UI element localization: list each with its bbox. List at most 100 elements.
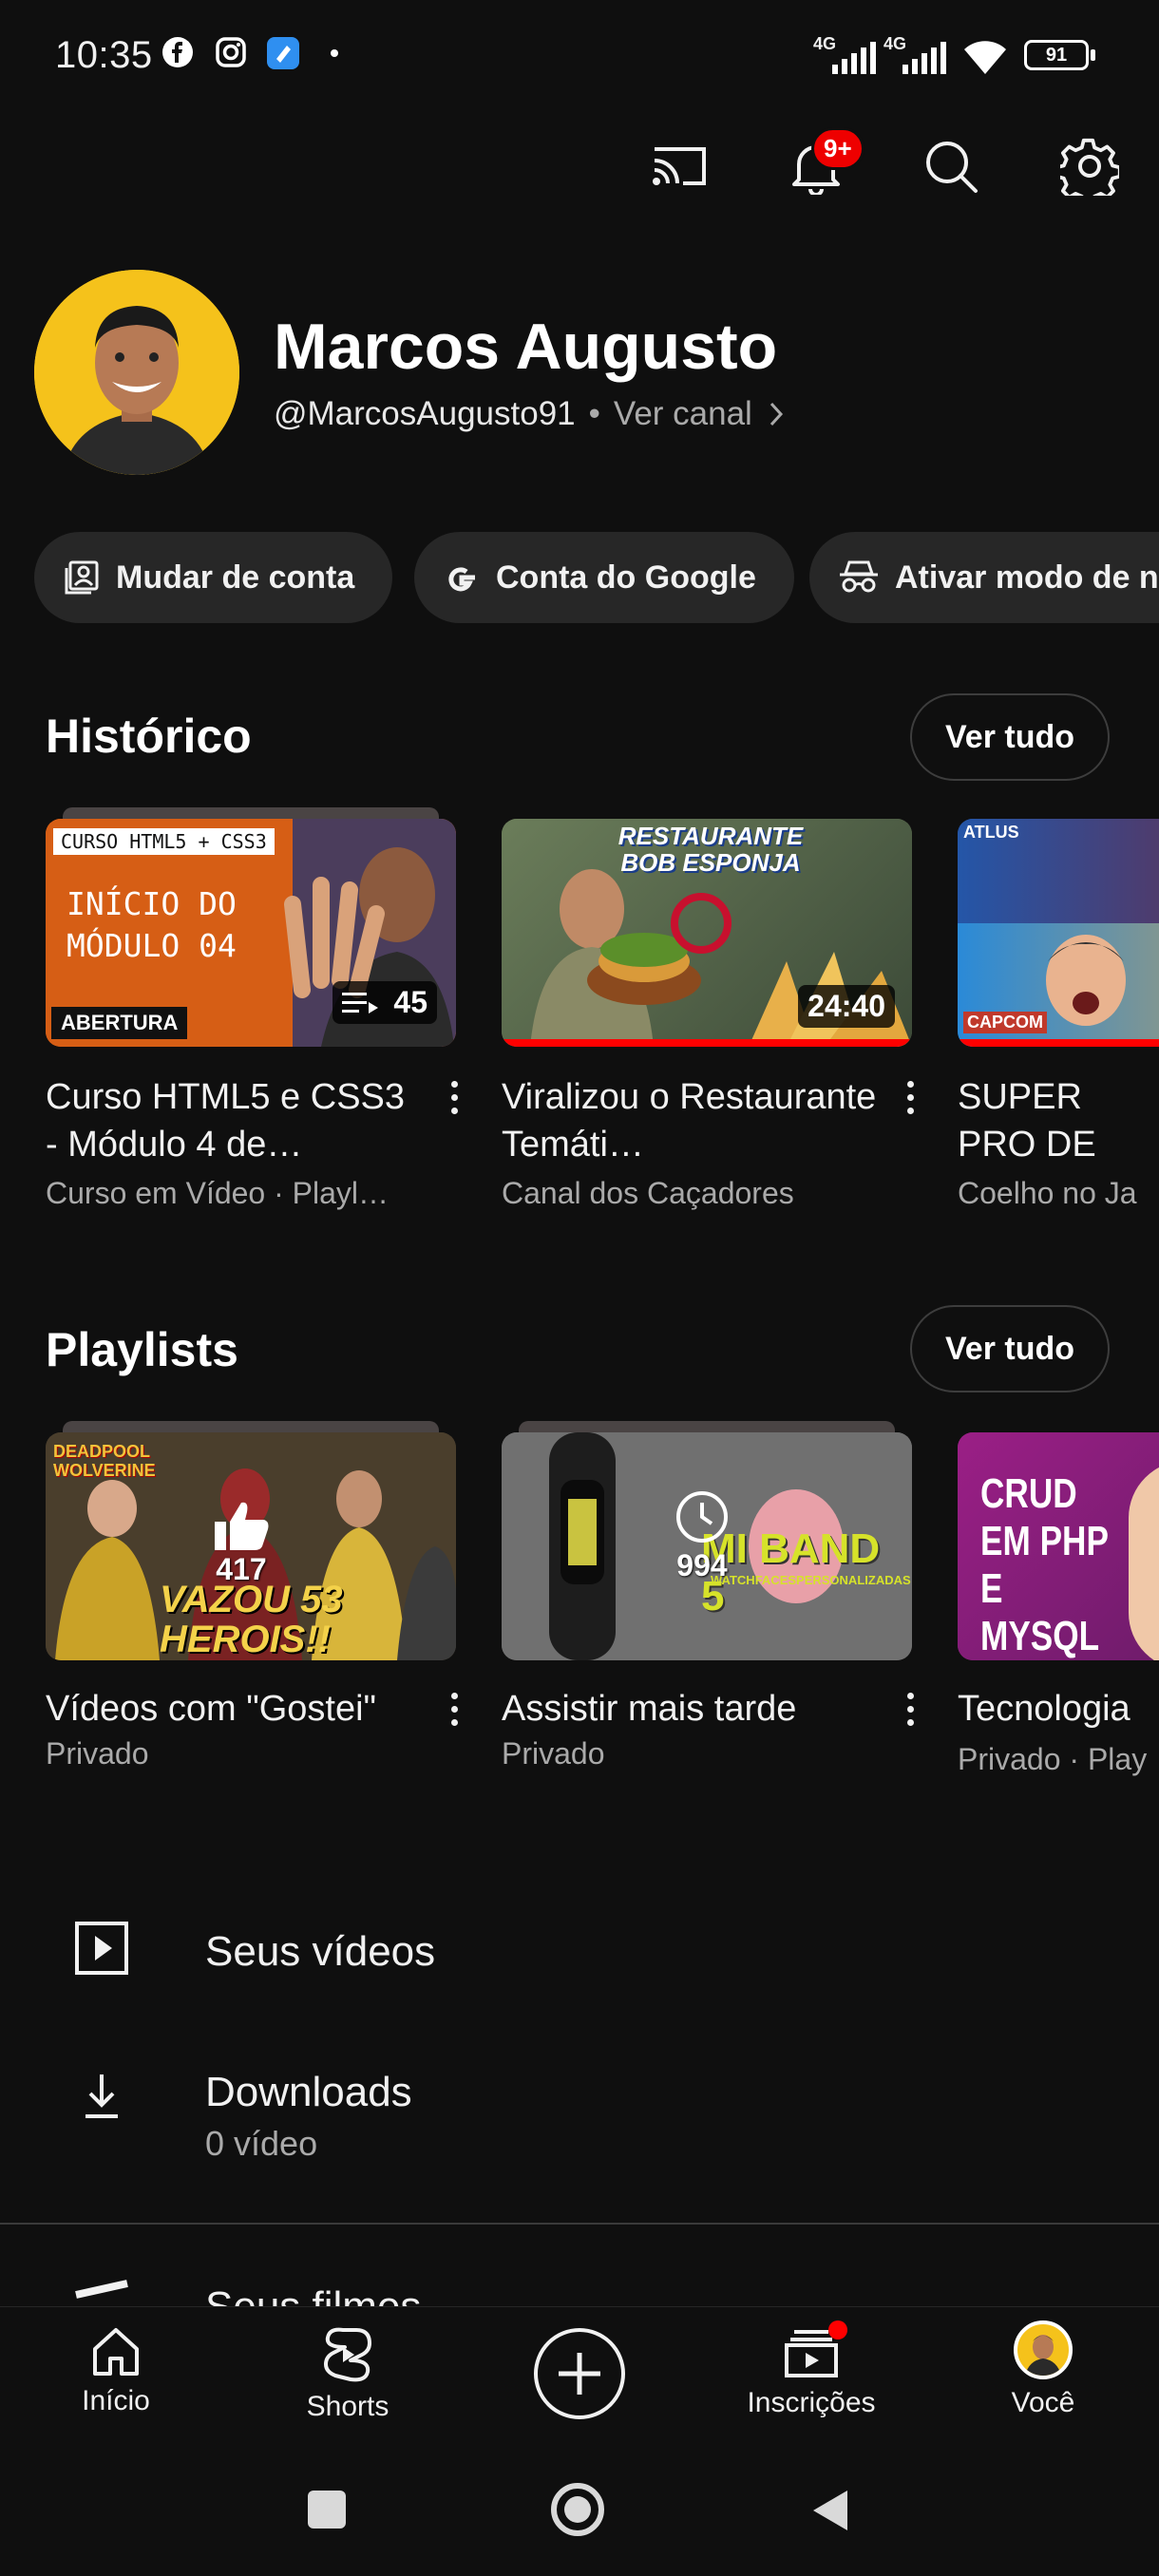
playlists-see-all-button[interactable]: Ver tudo [910, 1305, 1110, 1392]
watch-progress-bar [502, 1039, 912, 1047]
video-title[interactable]: SUPER PRO DE E3/SGF [958, 1073, 1159, 1168]
video-thumbnail: RESTAURANTE BOB ESPONJA 24:40 [502, 819, 912, 1047]
more-notifications-dot [331, 49, 338, 57]
chevron-right-icon [770, 402, 783, 426]
switch-account-icon [65, 560, 99, 595]
nav-home[interactable]: Início [30, 2326, 201, 2417]
thumb-caption: CRUD EM PHP E MYSQL [980, 1470, 1109, 1659]
cast-button[interactable] [646, 133, 712, 199]
profile-handle: @MarcosAugusto91 [274, 395, 576, 432]
video-channel: Curso em Vídeo · Playl… [46, 1176, 390, 1210]
home-system-button[interactable] [551, 2483, 604, 2536]
system-navigation [0, 2449, 1159, 2576]
notifications-button[interactable]: 9+ [783, 127, 864, 199]
downloads-count: 0 vídeo [205, 2124, 318, 2163]
battery-icon: 91 [1024, 40, 1089, 70]
thumb-caption-top: DEADPOOL WOLVERINE [53, 1442, 156, 1480]
nav-subscriptions[interactable]: Inscrições [726, 2320, 897, 2419]
nav-shorts[interactable]: Shorts [262, 2326, 433, 2423]
avatar[interactable] [34, 270, 239, 475]
more-options-button[interactable] [440, 1685, 468, 1733]
thumb-caption: RESTAURANTE BOB ESPONJA [618, 822, 804, 877]
thumb-caption-tag: ABERTURA [51, 1007, 188, 1039]
more-options-button[interactable] [896, 1685, 924, 1733]
your-movies-row[interactable]: Seus filmes [0, 2270, 1159, 2306]
history-card[interactable]: ATLUS CAPCOM [958, 819, 1159, 1056]
chip-label: Ativar modo de na [895, 559, 1159, 596]
more-options-button[interactable] [896, 1073, 924, 1121]
gear-icon [1060, 138, 1119, 196]
create-plus-icon [534, 2328, 625, 2419]
playlists-title: Playlists [46, 1323, 238, 1376]
history-card[interactable]: CURSO HTML5 + CSS3 INÍCIO DO MÓDULO 04 A… [46, 807, 456, 1104]
video-thumbnail: CURSO HTML5 + CSS3 INÍCIO DO MÓDULO 04 A… [46, 819, 456, 1047]
playlist-card[interactable]: MI BAND 5 WATCHFACESPERSONALIZADAS 994 [502, 1421, 912, 1665]
clapper-icon [75, 2280, 128, 2299]
nav-create-button[interactable] [494, 2326, 665, 2421]
your-videos-label: Seus vídeos [205, 1928, 436, 1975]
home-icon [93, 2328, 139, 2376]
nav-label: Início [82, 2385, 150, 2416]
playlist-count: 45 [393, 985, 428, 1019]
watch-later-count: 994 [676, 1548, 728, 1582]
cast-icon [653, 147, 706, 185]
app-notification-icon [266, 36, 299, 69]
playlist-title[interactable]: Vídeos com "Gostei" [46, 1685, 426, 1733]
history-card[interactable]: RESTAURANTE BOB ESPONJA 24:40 [502, 819, 912, 1056]
signal-icon-2 [902, 42, 946, 79]
switch-account-chip[interactable]: Mudar de conta [34, 532, 393, 623]
liked-count-overlay: 417 [213, 1499, 270, 1587]
wifi-icon [961, 36, 1009, 81]
playlist-title[interactable]: Tecnologia [958, 1685, 1159, 1733]
separator-dot: • [588, 395, 600, 432]
google-g-icon [448, 567, 475, 592]
back-button[interactable] [809, 2487, 851, 2534]
playlist-privacy: Privado [502, 1736, 605, 1771]
divider [0, 2223, 1159, 2225]
play-box-icon [75, 1922, 128, 1975]
profile-photo [34, 270, 239, 475]
video-title[interactable]: Curso HTML5 e CSS3 - Módulo 4 de… [46, 1073, 426, 1168]
new-content-dot [828, 2320, 847, 2339]
incognito-chip[interactable]: Ativar modo de na [809, 532, 1159, 623]
history-see-all-button[interactable]: Ver tudo [910, 693, 1110, 781]
thumb-caption-a: ATLUS [963, 823, 1019, 842]
playlist-count-badge: 45 [332, 981, 437, 1024]
recent-apps-button[interactable] [308, 2491, 346, 2529]
incognito-icon [840, 560, 878, 593]
view-channel-link[interactable]: Ver canal [614, 395, 752, 433]
status-time: 10:35 [55, 34, 153, 76]
video-thumbnail: ATLUS CAPCOM [958, 819, 1159, 1047]
battery-level: 91 [1045, 44, 1068, 66]
chip-label: Mudar de conta [116, 559, 355, 596]
you-avatar-icon [1014, 2320, 1073, 2379]
google-account-chip[interactable]: Conta do Google [414, 532, 794, 623]
download-icon [86, 2074, 118, 2118]
nav-you[interactable]: Você [958, 2320, 1129, 2419]
playlist-thumbnail: CRUD EM PHP E MYSQL [958, 1432, 1159, 1660]
watch-progress-bar [958, 1039, 1159, 1047]
video-duration: 24:40 [798, 985, 895, 1028]
search-button[interactable] [918, 133, 984, 199]
playlist-stack-edge [63, 807, 439, 819]
more-options-button[interactable] [440, 1073, 468, 1121]
playlist-card[interactable]: CRUD EM PHP E MYSQL [958, 1432, 1159, 1665]
video-title[interactable]: Viralizou o Restaurante Temáti… [502, 1073, 882, 1168]
notification-badge: 9+ [811, 127, 864, 170]
profile-handle-row[interactable]: @MarcosAugusto91 • Ver canal [274, 395, 787, 433]
facebook-icon [162, 36, 194, 68]
your-videos-row[interactable]: Seus vídeos [0, 1898, 1159, 2021]
downloads-row[interactable]: Downloads 0 vídeo [0, 2042, 1159, 2185]
playlist-privacy: Privado [46, 1736, 149, 1771]
playlist-stack-edge [63, 1421, 439, 1432]
playlist-title[interactable]: Assistir mais tarde [502, 1685, 882, 1733]
playlist-card[interactable]: DEADPOOL WOLVERINE VAZOU 53 HEROIS!! 417 [46, 1421, 456, 1665]
signal-icon-1 [832, 42, 876, 79]
instagram-icon [215, 36, 247, 68]
settings-button[interactable] [1056, 133, 1123, 199]
thumbs-up-icon [215, 1502, 269, 1550]
video-channel: Canal dos Caçadores [502, 1176, 794, 1210]
profile-name: Marcos Augusto [274, 311, 778, 383]
battery-tip [1091, 49, 1095, 61]
bottom-navigation: Início Shorts Inscrições Você [0, 2306, 1159, 2450]
